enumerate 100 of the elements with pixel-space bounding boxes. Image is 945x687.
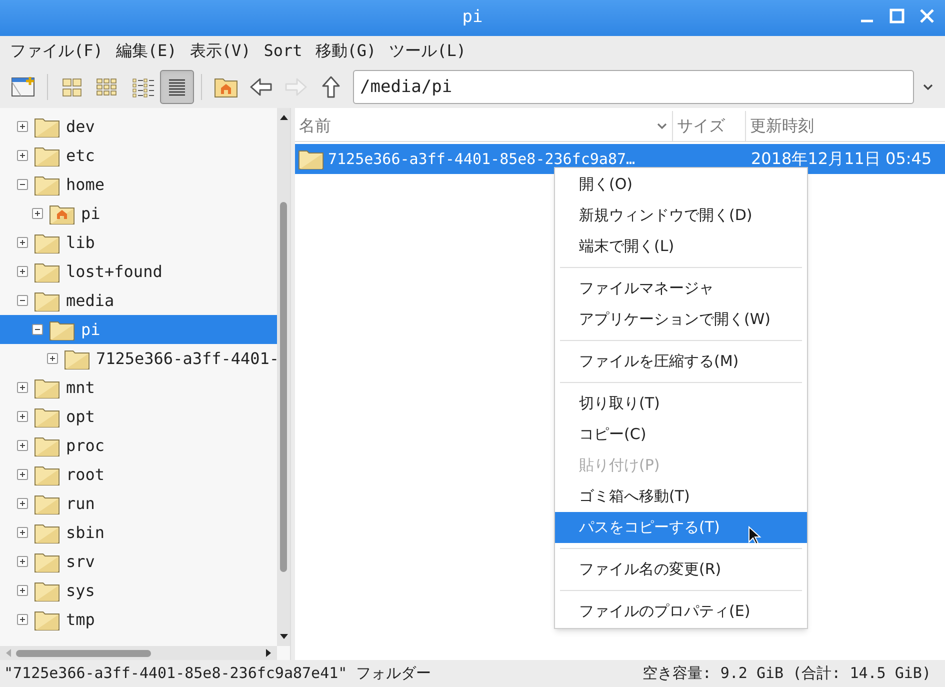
expand-icon[interactable] <box>17 382 28 393</box>
tree-item[interactable]: mnt <box>0 373 277 402</box>
detail-view-button[interactable] <box>160 70 194 104</box>
file-name: 7125e366-a3ff-4401-85e8-236fc9a87… <box>328 148 636 170</box>
expand-icon[interactable] <box>17 150 28 161</box>
tree-label: media <box>66 290 114 312</box>
status-text: "7125e366-a3ff-4401-85e8-236fc9a87e41" フォルダー <box>4 663 432 684</box>
context-menu-item[interactable]: 新規ウィンドウで開く(D) <box>555 200 807 231</box>
context-menu-item[interactable]: ゴミ箱へ移動(T) <box>555 481 807 512</box>
expand-icon[interactable] <box>17 614 28 625</box>
tree-label: tmp <box>66 608 95 630</box>
tree-item[interactable]: dev <box>0 112 277 141</box>
folder-icon <box>34 376 60 398</box>
tree-item[interactable]: sys <box>0 576 277 605</box>
folder-icon <box>34 434 60 456</box>
tree-item[interactable]: root <box>0 460 277 489</box>
menu-item[interactable]: ツール(L) <box>389 39 466 63</box>
path-field[interactable]: /media/pi <box>353 70 914 104</box>
scroll-right-icon[interactable] <box>265 648 273 658</box>
expand-icon[interactable] <box>17 469 28 480</box>
tree-item[interactable]: 7125e366-a3ff-4401- <box>0 344 277 373</box>
context-menu-item[interactable]: ファイルマネージャ <box>555 273 807 304</box>
collapse-icon[interactable] <box>17 179 28 190</box>
tree-item[interactable]: pi <box>0 315 277 344</box>
tree-label: sys <box>66 580 95 602</box>
tree-item[interactable]: run <box>0 489 277 518</box>
folder-icon <box>34 608 60 630</box>
tree-label: etc <box>66 144 95 166</box>
horizontal-scrollbar[interactable] <box>0 646 277 660</box>
expand-icon[interactable] <box>17 556 28 567</box>
folder-icon <box>64 348 90 370</box>
context-menu-item[interactable]: ファイル名の変更(R) <box>555 554 807 585</box>
tree-label: home <box>66 174 105 196</box>
menu-item[interactable]: 表示(V) <box>190 39 251 63</box>
expand-icon[interactable] <box>17 411 28 422</box>
expand-icon[interactable] <box>17 498 28 509</box>
context-menu-item[interactable]: アプリケーションで開く(W) <box>555 304 807 335</box>
tree-label: mnt <box>66 376 95 398</box>
tree-label: srv <box>66 550 95 572</box>
maximize-icon[interactable] <box>889 8 905 24</box>
folder-icon <box>34 290 60 312</box>
expand-icon[interactable] <box>17 440 28 451</box>
expand-icon[interactable] <box>17 527 28 538</box>
scrollbar-thumb[interactable] <box>16 650 151 656</box>
menu-item[interactable]: Sort <box>264 39 302 63</box>
folder-icon <box>34 406 60 428</box>
collapse-icon[interactable] <box>17 295 28 306</box>
context-menu-item[interactable]: 端末で開く(L) <box>555 231 807 262</box>
tree-label: dev <box>66 116 95 138</box>
folder-icon <box>34 464 60 486</box>
folder-icon <box>34 144 60 166</box>
tree-label: root <box>66 464 105 486</box>
expand-icon[interactable] <box>17 585 28 596</box>
tree-label: lost+found <box>66 260 162 282</box>
folder-icon <box>34 232 60 254</box>
tree-item[interactable]: etc <box>0 141 277 170</box>
folder-icon <box>34 550 60 572</box>
tree-label: lib <box>66 232 95 254</box>
collapse-icon[interactable] <box>32 324 43 335</box>
folder-icon <box>34 174 60 196</box>
menu-item[interactable]: ファイル(F) <box>10 39 103 63</box>
expand-icon[interactable] <box>17 237 28 248</box>
close-icon[interactable] <box>919 8 935 24</box>
menu-item[interactable]: 移動(G) <box>315 39 376 63</box>
tree-label: 7125e366-a3ff-4401- <box>96 348 277 370</box>
folder-icon <box>34 522 60 544</box>
tree-label: pi <box>81 202 100 224</box>
tree-item[interactable]: home <box>0 170 277 199</box>
vertical-scrollbar[interactable] <box>277 108 290 646</box>
context-menu-item[interactable]: 切り取り(T) <box>555 388 807 419</box>
free-space-text: 空き容量: 9.2 GiB (合計: 14.5 GiB) <box>642 663 931 684</box>
file-modified: 2018年12月11日 05:45 <box>750 148 932 170</box>
tree-item[interactable]: media <box>0 286 277 315</box>
tree-item[interactable]: proc <box>0 431 277 460</box>
expand-icon[interactable] <box>47 353 58 364</box>
expand-icon[interactable] <box>17 266 28 277</box>
tree-item[interactable]: tmp <box>0 605 277 634</box>
file-row[interactable]: 7125e366-a3ff-4401-85e8-236fc9a87… 2018年12月11日 05:45 <box>295 144 945 174</box>
expand-icon[interactable] <box>32 208 43 219</box>
context-menu-item[interactable]: コピー(C) <box>555 419 807 450</box>
column-header[interactable]: 更新時刻 <box>746 111 945 141</box>
tree-item[interactable]: lost+found <box>0 257 277 286</box>
scrollbar-thumb[interactable] <box>280 202 287 572</box>
tree-item[interactable]: opt <box>0 402 277 431</box>
folder-icon <box>34 116 60 138</box>
context-menu-item[interactable]: パスをコピーする(T) <box>555 512 807 543</box>
tree-item[interactable]: lib <box>0 228 277 257</box>
menu-item[interactable]: 編集(E) <box>116 39 177 63</box>
expand-icon[interactable] <box>17 121 28 132</box>
home-folder-icon <box>49 202 75 224</box>
folder-icon <box>34 492 60 514</box>
column-header[interactable]: 名前 <box>295 111 673 141</box>
tree-item[interactable]: sbin <box>0 518 277 547</box>
column-header[interactable]: サイズ <box>673 111 746 141</box>
mouse-cursor-icon <box>748 526 762 546</box>
tree-item[interactable]: srv <box>0 547 277 576</box>
context-menu-item[interactable]: ファイルを圧縮する(M) <box>555 346 807 377</box>
context-menu-item[interactable]: ファイルのプロパティ(E) <box>555 596 807 627</box>
folder-icon <box>298 148 324 170</box>
tree-item[interactable]: pi <box>0 199 277 228</box>
